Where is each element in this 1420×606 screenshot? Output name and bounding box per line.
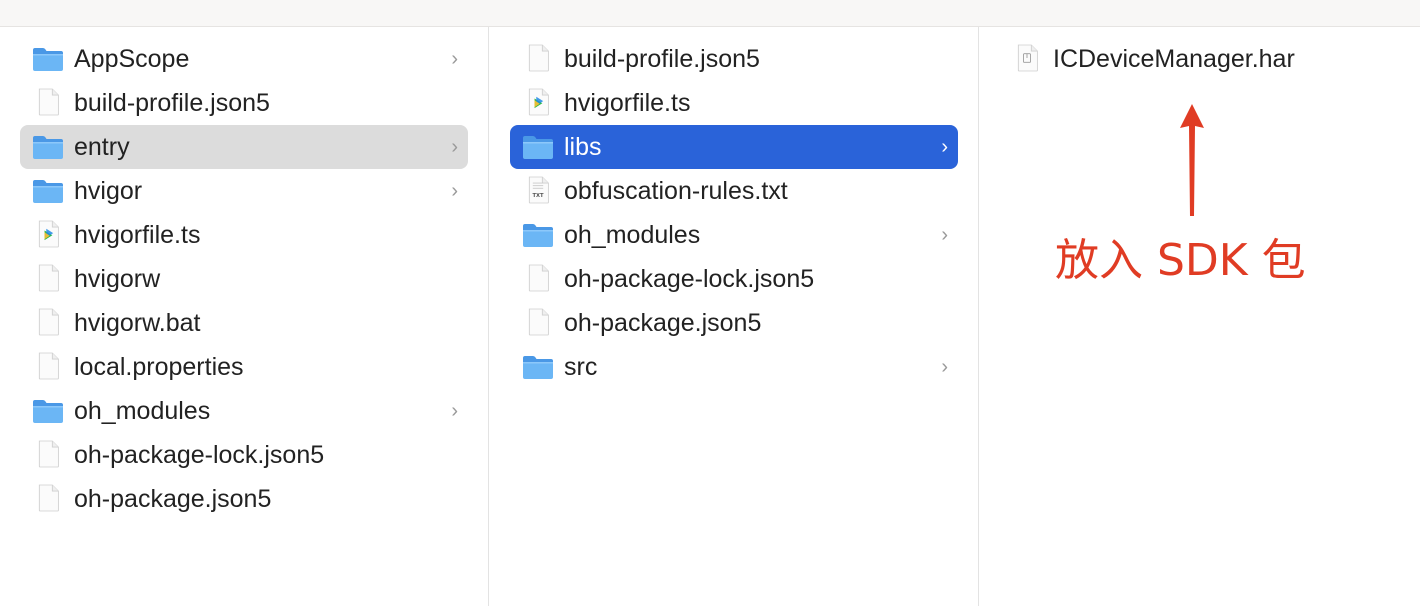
list-item-appscope[interactable]: AppScope › — [20, 37, 468, 81]
column-1[interactable]: AppScope › build-profile.json5 entry › hvigor… — [0, 27, 489, 606]
list-item-local-properties[interactable]: local.properties — [20, 345, 468, 389]
list-item-oh-package-json5[interactable]: oh-package.json5 — [20, 477, 468, 521]
annotation-text: 放入 SDK 包 — [1055, 235, 1306, 286]
ts-file-icon — [32, 220, 64, 248]
list-item-oh-modules[interactable]: oh_modules › — [20, 389, 468, 433]
folder-icon — [522, 134, 554, 160]
item-name: oh-package-lock.json5 — [74, 441, 325, 469]
list-item-hvigor[interactable]: hvigor › — [20, 169, 468, 213]
toolbar-strip — [0, 0, 1420, 27]
chevron-right-icon: › — [451, 400, 458, 422]
item-name: hvigorfile.ts — [564, 89, 691, 117]
list-item-entry[interactable]: entry › — [20, 125, 468, 169]
file-icon — [522, 264, 554, 292]
item-name: local.properties — [74, 353, 244, 381]
list-item-src[interactable]: src › — [510, 345, 958, 389]
file-icon — [32, 264, 64, 292]
item-name: obfuscation-rules.txt — [564, 177, 788, 205]
list-item-oh-package-lock-json5[interactable]: oh-package-lock.json5 — [20, 433, 468, 477]
item-name: entry — [74, 133, 130, 161]
list-item-libs[interactable]: libs › — [510, 125, 958, 169]
file-icon — [32, 308, 64, 336]
svg-text:TXT: TXT — [532, 193, 544, 199]
chevron-right-icon: › — [451, 180, 458, 202]
arrow-up-icon — [1180, 104, 1204, 216]
list-item-hvigorw[interactable]: hvigorw — [20, 257, 468, 301]
file-icon — [32, 440, 64, 468]
finder-window: AppScope › build-profile.json5 entry › hvigor… — [0, 0, 1420, 606]
item-name: build-profile.json5 — [564, 45, 760, 73]
list-item-obfuscation-rules-txt[interactable]: TXT obfuscation-rules.txt — [510, 169, 958, 213]
file-icon — [522, 308, 554, 336]
chevron-right-icon: › — [451, 48, 458, 70]
folder-icon — [32, 46, 64, 72]
item-name: oh-package.json5 — [564, 309, 762, 337]
item-name: oh-package-lock.json5 — [564, 265, 815, 293]
item-name: hvigorfile.ts — [74, 221, 201, 249]
file-icon — [32, 88, 64, 116]
folder-icon — [32, 398, 64, 424]
list-item-oh-package-json5[interactable]: oh-package.json5 — [510, 301, 958, 345]
folder-icon — [522, 354, 554, 380]
item-name: oh_modules — [564, 221, 701, 249]
folder-icon — [522, 222, 554, 248]
item-name: hvigor — [74, 177, 143, 205]
list-item-hvigorfile-ts[interactable]: hvigorfile.ts — [20, 213, 468, 257]
item-name: ICDeviceManager.har — [1053, 45, 1295, 73]
item-name: src — [564, 353, 598, 381]
har-file-icon — [1011, 44, 1043, 72]
chevron-right-icon: › — [941, 224, 948, 246]
ts-file-icon — [522, 88, 554, 116]
file-icon — [32, 484, 64, 512]
item-name: build-profile.json5 — [74, 89, 270, 117]
folder-icon — [32, 178, 64, 204]
item-name: hvigorw.bat — [74, 309, 201, 337]
file-icon — [522, 44, 554, 72]
item-name: libs — [564, 133, 602, 161]
folder-icon — [32, 134, 64, 160]
item-name: oh-package.json5 — [74, 485, 272, 513]
chevron-right-icon: › — [451, 136, 458, 158]
file-icon — [32, 352, 64, 380]
item-name: AppScope — [74, 45, 190, 73]
list-item-oh-package-lock-json5[interactable]: oh-package-lock.json5 — [510, 257, 958, 301]
item-name: hvigorw — [74, 265, 161, 293]
list-item-hvigorw-bat[interactable]: hvigorw.bat — [20, 301, 468, 345]
item-name: oh_modules — [74, 397, 211, 425]
txt-file-icon: TXT — [522, 176, 554, 204]
list-item-icdevicemanager-har[interactable]: ICDeviceManager.har — [999, 37, 1399, 81]
list-item-hvigorfile-ts[interactable]: hvigorfile.ts — [510, 81, 958, 125]
column-2[interactable]: build-profile.json5 hvigorfile.ts libs › TXT… — [489, 27, 979, 606]
list-item-oh-modules[interactable]: oh_modules › — [510, 213, 958, 257]
list-item-build-profile-json5[interactable]: build-profile.json5 — [20, 81, 468, 125]
chevron-right-icon: › — [941, 356, 948, 378]
list-item-build-profile-json5[interactable]: build-profile.json5 — [510, 37, 958, 81]
chevron-right-icon: › — [941, 136, 948, 158]
